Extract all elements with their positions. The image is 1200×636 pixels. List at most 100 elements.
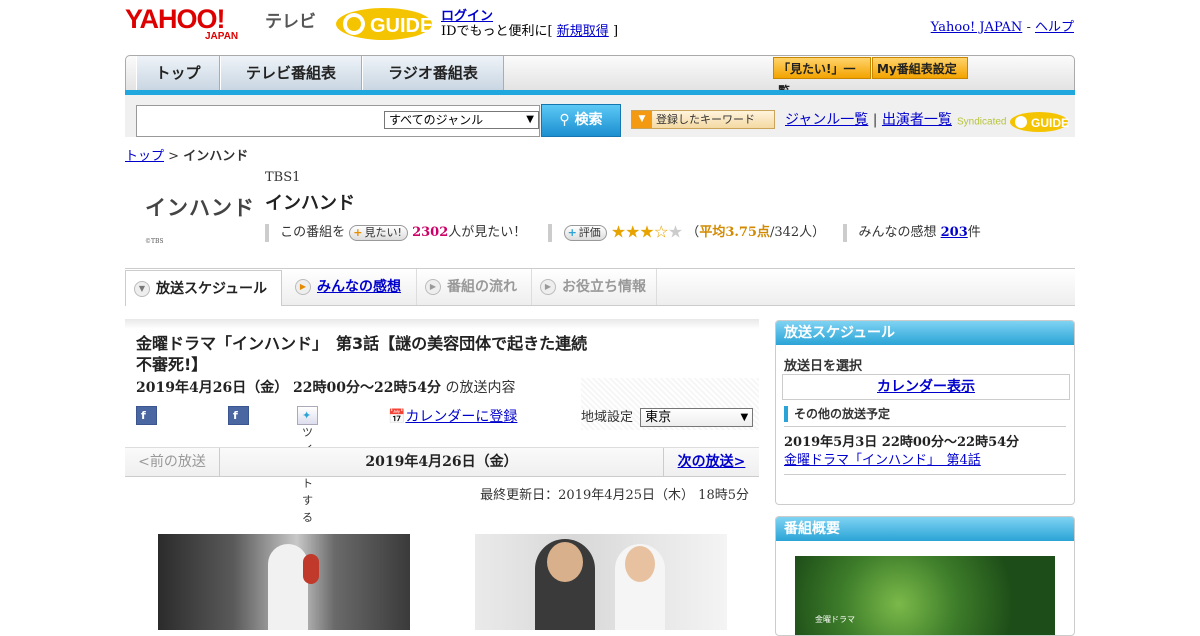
search-button-label: 検索	[574, 112, 603, 128]
facebook-icon: f	[233, 409, 238, 422]
breadcrumb-home[interactable]: トップ	[125, 149, 164, 164]
header-link-separator: -	[1026, 20, 1031, 35]
rating-button[interactable]: + 評価	[563, 224, 607, 241]
impressions-prefix: みんなの感想	[858, 225, 937, 240]
schedule-sidebar: 放送スケジュール 放送日を選択 カレンダー表示 その他の放送予定 2019年5月…	[775, 320, 1075, 505]
broadcast-nav: <前の放送 2019年4月26日（金） 次の放送>	[125, 447, 759, 477]
divider	[784, 426, 1066, 427]
chevron-right-icon: ▶	[295, 279, 311, 295]
program-logo: インハンド	[145, 196, 255, 220]
mitai-count: 2302	[412, 225, 449, 240]
calendar-register[interactable]: 📅カレンダーに登録	[388, 406, 517, 426]
rating-average: 平均3.75点	[699, 225, 770, 240]
overview-sidebar: 番組概要 金曜ドラマ	[775, 516, 1075, 636]
syndicated-gguide: Syndicated GUIDE	[957, 111, 1069, 133]
divider	[784, 474, 1066, 475]
next-broadcast-link[interactable]: 次の放送>	[678, 454, 746, 470]
stat-divider	[265, 223, 269, 242]
triangle-down-icon: ▼	[632, 111, 652, 128]
facebook-share-button[interactable]: f シェア	[228, 406, 249, 473]
cast-list-link[interactable]: 出演者一覧	[882, 112, 952, 128]
rating-count: /342人）	[769, 225, 826, 240]
chevron-down-icon: ▼	[740, 412, 749, 423]
schedule-sidebar-title: 放送スケジュール	[776, 321, 1074, 345]
program-logo-copyright: ©TBS	[145, 238, 164, 245]
search-links: ジャンル一覧 | 出演者一覧	[785, 109, 952, 129]
mitai-button[interactable]: + 見たい!	[349, 224, 408, 241]
search-icon: ⚲	[559, 112, 570, 128]
yahoo-logo-sub: JAPAN	[205, 31, 239, 42]
subtab-label: 放送スケジュール	[156, 281, 268, 297]
chevron-right-icon: ▶	[425, 279, 441, 295]
plus-icon: +	[567, 225, 577, 239]
channel-name: TBS1	[265, 170, 301, 185]
yahoo-japan-link[interactable]: Yahoo! JAPAN	[931, 20, 1023, 35]
mitai-suffix: 人が見たい！	[448, 225, 527, 240]
chevron-down-icon: ▼	[134, 281, 150, 297]
nav-tab-radio-schedule[interactable]: ラジオ番組表	[362, 56, 504, 90]
subtab-impressions[interactable]: ▶ みんなの感想	[287, 269, 417, 305]
tweet-button[interactable]: ✦ ツイートする	[297, 406, 318, 524]
my-schedule-button[interactable]: My番組表設定	[872, 57, 968, 79]
keyword-button[interactable]: ▼ 登録したキーワード	[631, 110, 775, 129]
subtab-info[interactable]: ▶ お役立ち情報	[532, 269, 657, 305]
rating-open: （	[686, 225, 700, 240]
search-link-divider: |	[872, 112, 878, 128]
nav-tab-top[interactable]: トップ	[136, 56, 220, 90]
chevron-down-icon: ▼	[526, 114, 534, 125]
other-broadcast-link[interactable]: 金曜ドラマ「インハンド」 第4話	[784, 449, 981, 468]
mitai-prefix: この番組を	[280, 225, 346, 240]
prev-broadcast-link[interactable]: <前の放送	[125, 448, 220, 476]
search-button[interactable]: ⚲ 検索	[541, 104, 621, 137]
login-message-suffix: ]	[612, 24, 619, 39]
keyword-button-label: 登録したキーワード	[656, 113, 755, 126]
mitai-button-label: 見たい!	[364, 225, 402, 239]
episode-header-shadow	[125, 319, 759, 329]
subtab-label: お役立ち情報	[562, 279, 646, 295]
episode-date-suffix: の放送内容	[445, 380, 516, 396]
calendar-register-link[interactable]: カレンダーに登録	[405, 409, 517, 425]
subtab-label: みんなの感想	[317, 279, 401, 295]
genre-list-link[interactable]: ジャンル一覧	[785, 112, 868, 128]
current-broadcast-date: 2019年4月26日（金）	[365, 454, 518, 470]
region-label: 地域設定	[581, 410, 634, 425]
breadcrumb: トップ > インハンド	[125, 145, 248, 164]
next-broadcast-wrapper: 次の放送>	[663, 448, 759, 476]
region-select-value: 東京	[645, 410, 672, 425]
yahoo-logo-text: YAHOO!	[125, 4, 226, 34]
subtab-schedule[interactable]: ▼ 放送スケジュール	[125, 270, 282, 306]
genre-select-value: すべてのジャンル	[389, 113, 484, 127]
calendar-view-button[interactable]: カレンダー表示	[782, 374, 1070, 400]
genre-select[interactable]: すべてのジャンル ▼	[384, 111, 539, 129]
episode-date-time: 2019年4月26日（金） 22時00分～22時54分	[136, 380, 441, 396]
episode-photo	[475, 534, 727, 630]
calendar-view-link[interactable]: カレンダー表示	[877, 379, 975, 395]
subtab-label: 番組の流れ	[447, 279, 517, 295]
stat-divider	[843, 223, 848, 242]
episode-date: 2019年4月26日（金） 22時00分～22時54分 の放送内容	[136, 377, 515, 397]
program-stats: この番組を + 見たい! 2302人が見たい！ + 評価 ★★★☆★ （平均3.75…	[265, 221, 981, 243]
overview-image: 金曜ドラマ	[795, 556, 1055, 635]
help-link[interactable]: ヘルプ	[1035, 20, 1074, 35]
episode-title: 金曜ドラマ「インハンド」 第3話【謎の美容団体で起きた連続不審死!】	[136, 334, 588, 374]
facebook-recommend-button[interactable]: f おすすめ 0	[136, 406, 157, 507]
overview-sidebar-title: 番組概要	[776, 517, 1074, 541]
service-name: テレビ	[265, 12, 316, 32]
last-updated: 最終更新日：2019年4月25日（木） 18時5分	[480, 488, 749, 503]
stat-divider	[548, 223, 553, 242]
subtab-flow[interactable]: ▶ 番組の流れ	[417, 269, 532, 305]
overview-image-caption: 金曜ドラマ	[815, 615, 855, 624]
impressions-count-link[interactable]: 203	[941, 225, 968, 240]
signup-link[interactable]: 新規取得	[557, 24, 609, 39]
region-select[interactable]: 東京 ▼	[640, 408, 754, 427]
mitai-list-button[interactable]: 「見たい!」一覧	[773, 57, 871, 98]
episode-photo	[158, 534, 410, 630]
twitter-bird-icon: ✦	[302, 409, 312, 422]
yahoo-japan-logo[interactable]: YAHOO! JAPAN	[125, 4, 263, 43]
gguide-logo: GUIDE	[334, 4, 434, 42]
other-broadcasts-label: その他の放送予定	[784, 406, 890, 422]
calendar-icon: 📅	[388, 409, 406, 425]
header-links: Yahoo! JAPAN - ヘルプ	[931, 16, 1074, 35]
syndicated-logo-text: GUIDE	[1031, 116, 1069, 130]
nav-tab-tv-schedule[interactable]: テレビ番組表	[220, 56, 362, 90]
